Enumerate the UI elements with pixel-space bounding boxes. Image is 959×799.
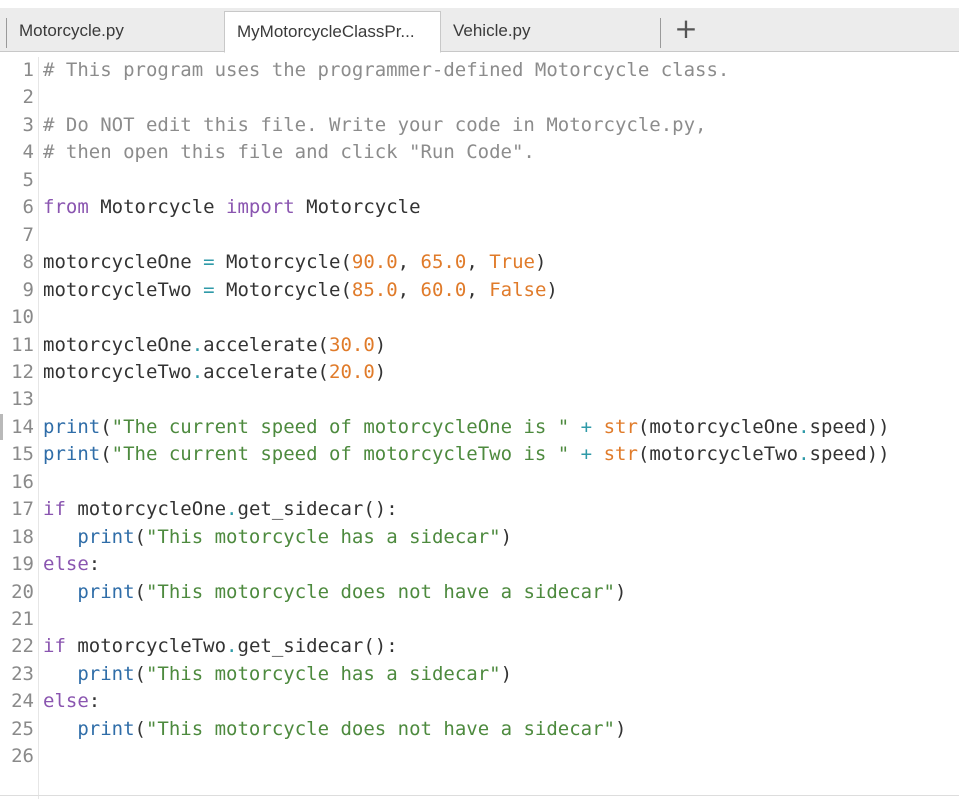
line-number: 18: [11, 525, 34, 548]
editor-bottom-divider: [0, 795, 959, 796]
line-number: 11: [11, 333, 34, 356]
code-line[interactable]: 16: [0, 469, 959, 496]
line-number: 24: [11, 690, 34, 713]
line-number: 1: [22, 59, 34, 81]
code-line[interactable]: 3 # Do NOT edit this file. Write your cod…: [0, 112, 959, 139]
code-line[interactable]: 7: [0, 222, 959, 249]
code-line[interactable]: 1 # This program uses the programmer-defi…: [0, 57, 959, 84]
line-number: 10: [11, 306, 34, 329]
code-line[interactable]: 25 print("This motorcycle does not have …: [0, 716, 959, 743]
line-number: 8: [22, 251, 34, 274]
line-number: 17: [11, 498, 34, 521]
code-line[interactable]: 10: [0, 304, 959, 331]
code-line[interactable]: 13: [0, 386, 959, 413]
code-text[interactable]: print("This motorcycle has a sidecar"): [43, 661, 512, 688]
line-number: 14: [11, 415, 34, 438]
code-text[interactable]: if motorcycleOne.get_sidecar():: [43, 496, 398, 523]
code-text[interactable]: if motorcycleTwo.get_sidecar():: [43, 633, 398, 660]
code-text[interactable]: # then open this file and click "Run Cod…: [43, 139, 535, 166]
code-line[interactable]: 21: [0, 606, 959, 633]
code-editor[interactable]: 1 # This program uses the programmer-defi…: [0, 57, 959, 799]
line-number: 22: [11, 635, 34, 658]
code-text[interactable]: print("This motorcycle does not have a s…: [43, 579, 626, 606]
code-line[interactable]: 4 # then open this file and click "Run Co…: [0, 139, 959, 166]
code-line[interactable]: 9 motorcycleTwo = Motorcycle(85.0, 60.0, …: [0, 277, 959, 304]
code-line[interactable]: 2: [0, 84, 959, 111]
code-line[interactable]: 22 if motorcycleTwo.get_sidecar():: [0, 633, 959, 660]
line-number: 13: [11, 388, 34, 411]
code-line[interactable]: 20 print("This motorcycle does not have …: [0, 579, 959, 606]
line-number: 26: [11, 745, 34, 768]
line-number: 6: [22, 196, 34, 219]
line-number: 7: [22, 223, 34, 246]
line-number: 12: [11, 360, 34, 383]
line-number: 20: [11, 580, 34, 603]
tab-motorcycle-py[interactable]: Motorcycle.py: [6, 18, 224, 48]
code-text[interactable]: motorcycleOne.accelerate(30.0): [43, 332, 386, 359]
line-number: 5: [22, 168, 34, 191]
code-text[interactable]: print("The current speed of motorcycleOn…: [43, 414, 890, 441]
code-text[interactable]: print("This motorcycle does not have a s…: [43, 716, 626, 743]
code-line[interactable]: 8 motorcycleOne = Motorcycle(90.0, 65.0, …: [0, 249, 959, 276]
add-tab-plus-icon[interactable]: +: [672, 12, 700, 46]
code-text[interactable]: else:: [43, 551, 100, 578]
code-line[interactable]: 26: [0, 743, 959, 770]
line-number: 19: [11, 553, 34, 576]
line-number: 2: [22, 86, 34, 109]
code-line[interactable]: 19 else:: [0, 551, 959, 578]
code-line[interactable]: 12 motorcycleTwo.accelerate(20.0): [0, 359, 959, 386]
code-line[interactable]: 18 print("This motorcycle has a sidecar"…: [0, 524, 959, 551]
line-number: 21: [11, 608, 34, 630]
line-number: 25: [11, 717, 34, 740]
code-line[interactable]: 11 motorcycleOne.accelerate(30.0): [0, 332, 959, 359]
tab-bar: Motorcycle.py MyMotorcycleClassPr... Veh…: [0, 0, 959, 56]
code-line[interactable]: 23 print("This motorcycle has a sidecar"…: [0, 661, 959, 688]
code-text[interactable]: print("This motorcycle has a sidecar"): [43, 524, 512, 551]
code-text[interactable]: # Do NOT edit this file. Write your code…: [43, 112, 706, 139]
tab-my-motorcycle-class-program[interactable]: MyMotorcycleClassPr...: [224, 11, 441, 53]
line-number: 4: [22, 141, 34, 164]
line-number: 9: [22, 278, 34, 301]
code-line[interactable]: 5: [0, 167, 959, 194]
code-text[interactable]: else:: [43, 688, 100, 715]
line-number: 16: [11, 470, 34, 493]
code-text[interactable]: motorcycleTwo = Motorcycle(85.0, 60.0, F…: [43, 277, 558, 304]
code-text[interactable]: from Motorcycle import Motorcycle: [43, 194, 421, 221]
line-number: 3: [22, 113, 34, 136]
line-number: 23: [11, 662, 34, 685]
code-line[interactable]: 15 print("The current speed of motorcycle…: [0, 441, 959, 468]
tab-vehicle-py[interactable]: Vehicle.py: [441, 18, 661, 48]
code-text[interactable]: motorcycleOne = Motorcycle(90.0, 65.0, T…: [43, 249, 546, 276]
line-number: 15: [11, 443, 34, 466]
code-line[interactable]: 14 print("The current speed of motorcycle…: [0, 414, 959, 441]
code-text[interactable]: motorcycleTwo.accelerate(20.0): [43, 359, 386, 386]
code-line[interactable]: 24 else:: [0, 688, 959, 715]
code-line[interactable]: 6 from Motorcycle import Motorcycle: [0, 194, 959, 221]
code-text[interactable]: print("The current speed of motorcycleTw…: [43, 441, 890, 468]
code-line[interactable]: 17 if motorcycleOne.get_sidecar():: [0, 496, 959, 523]
code-text[interactable]: # This program uses the programmer-defin…: [43, 57, 729, 84]
